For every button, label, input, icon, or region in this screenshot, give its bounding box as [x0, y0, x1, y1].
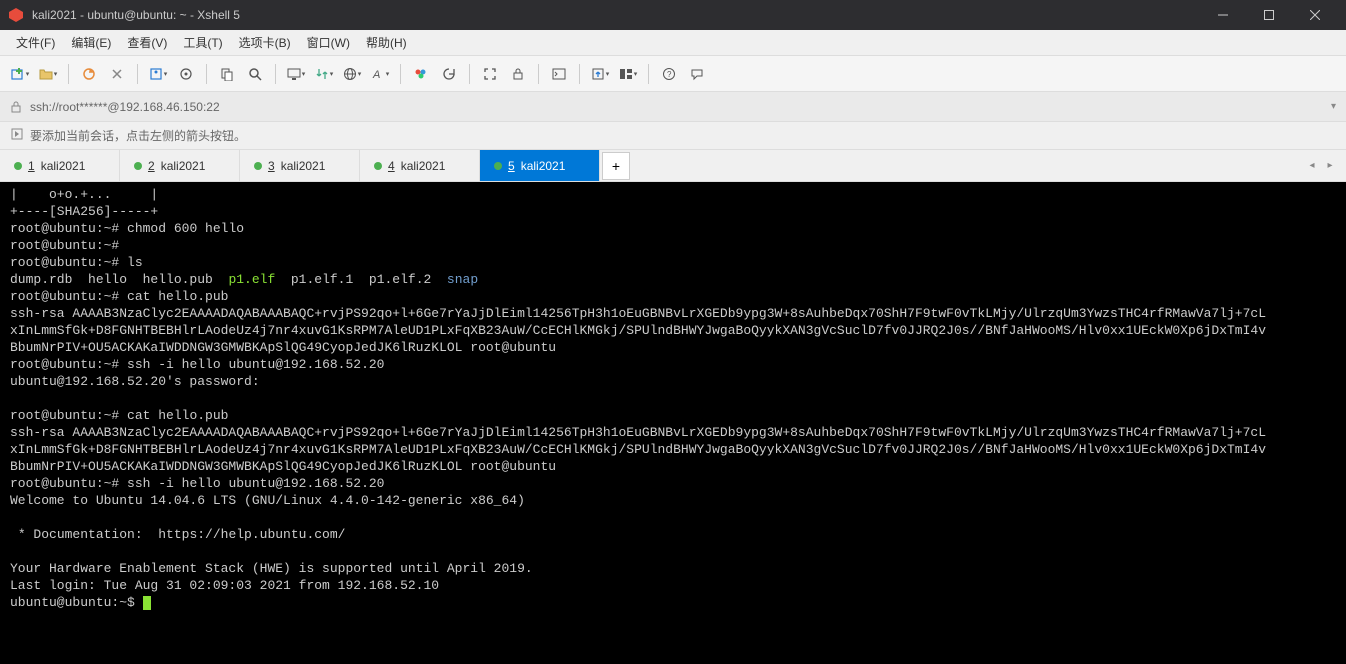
- ubuntu-prompt: ubuntu@ubuntu:~$: [10, 595, 135, 610]
- separator: [206, 64, 207, 84]
- help-button[interactable]: ?: [657, 62, 681, 86]
- window-controls: [1200, 0, 1338, 30]
- status-dot-icon: [14, 162, 22, 170]
- lock-button[interactable]: [506, 62, 530, 86]
- separator: [648, 64, 649, 84]
- menu-window[interactable]: 窗口(W): [299, 31, 358, 54]
- add-tab-button[interactable]: +: [602, 152, 630, 180]
- menu-help[interactable]: 帮助(H): [358, 31, 415, 54]
- tab-5[interactable]: 5kali2021: [480, 150, 600, 181]
- app-icon: [8, 7, 24, 23]
- tip-arrow-icon[interactable]: [10, 127, 24, 144]
- refresh-button[interactable]: [437, 62, 461, 86]
- addressbar: ▾: [0, 92, 1346, 122]
- svg-text:A: A: [372, 69, 380, 81]
- tab-next-button[interactable]: ▸: [1322, 158, 1338, 174]
- terminal[interactable]: | o+o.+... | +----[SHA256]-----+ root@ub…: [0, 182, 1346, 664]
- tabbar: 1kali2021 2kali2021 3kali2021 4kali2021 …: [0, 150, 1346, 182]
- minimize-button[interactable]: [1200, 0, 1246, 30]
- open-button[interactable]: [36, 62, 60, 86]
- transfer-button[interactable]: [312, 62, 336, 86]
- status-dot-icon: [254, 162, 262, 170]
- separator: [68, 64, 69, 84]
- menu-view[interactable]: 查看(V): [119, 31, 175, 54]
- upload-button[interactable]: [588, 62, 612, 86]
- menu-tools[interactable]: 工具(T): [175, 31, 230, 54]
- window-title: kali2021 - ubuntu@ubuntu: ~ - Xshell 5: [32, 8, 1200, 22]
- chat-button[interactable]: [685, 62, 709, 86]
- menu-tabs[interactable]: 选项卡(B): [231, 31, 299, 54]
- font-button[interactable]: A: [368, 62, 392, 86]
- tip-text: 要添加当前会话，点击左侧的箭头按钮。: [30, 127, 246, 144]
- layout-button[interactable]: [616, 62, 640, 86]
- tab-2[interactable]: 2kali2021: [120, 150, 240, 181]
- separator: [469, 64, 470, 84]
- cursor: [143, 596, 151, 610]
- color-button[interactable]: [409, 62, 433, 86]
- menubar: 文件(F) 编辑(E) 查看(V) 工具(T) 选项卡(B) 窗口(W) 帮助(…: [0, 30, 1346, 56]
- prompt: root@ubuntu:~#: [10, 357, 119, 372]
- screen-button[interactable]: [284, 62, 308, 86]
- lock-icon: [10, 100, 24, 114]
- separator: [538, 64, 539, 84]
- prompt: root@ubuntu:~#: [10, 221, 119, 236]
- separator: [400, 64, 401, 84]
- tab-1[interactable]: 1kali2021: [0, 150, 120, 181]
- find-button[interactable]: [243, 62, 267, 86]
- separator: [275, 64, 276, 84]
- titlebar: kali2021 - ubuntu@ubuntu: ~ - Xshell 5: [0, 0, 1346, 30]
- status-dot-icon: [134, 162, 142, 170]
- prompt: root@ubuntu:~#: [10, 255, 119, 270]
- prompt: root@ubuntu:~#: [10, 238, 119, 253]
- new-session-button[interactable]: [8, 62, 32, 86]
- address-input[interactable]: [30, 100, 1325, 114]
- maximize-button[interactable]: [1246, 0, 1292, 30]
- toolbar: A ?: [0, 56, 1346, 92]
- separator: [579, 64, 580, 84]
- disconnect-button[interactable]: [105, 62, 129, 86]
- tipbar: 要添加当前会话，点击左侧的箭头按钮。: [0, 122, 1346, 150]
- prompt: root@ubuntu:~#: [10, 289, 119, 304]
- prompt: root@ubuntu:~#: [10, 408, 119, 423]
- profile-button[interactable]: [146, 62, 170, 86]
- tab-prev-button[interactable]: ◂: [1304, 158, 1320, 174]
- reconnect-button[interactable]: [77, 62, 101, 86]
- terminal-button[interactable]: [547, 62, 571, 86]
- separator: [137, 64, 138, 84]
- properties-button[interactable]: [174, 62, 198, 86]
- status-dot-icon: [374, 162, 382, 170]
- tab-4[interactable]: 4kali2021: [360, 150, 480, 181]
- menu-file[interactable]: 文件(F): [8, 31, 63, 54]
- prompt: root@ubuntu:~#: [10, 476, 119, 491]
- svg-text:?: ?: [667, 70, 672, 79]
- tab-3[interactable]: 3kali2021: [240, 150, 360, 181]
- fullscreen-button[interactable]: [478, 62, 502, 86]
- address-dropdown-icon[interactable]: ▾: [1331, 101, 1336, 112]
- close-button[interactable]: [1292, 0, 1338, 30]
- globe-button[interactable]: [340, 62, 364, 86]
- menu-edit[interactable]: 编辑(E): [63, 31, 119, 54]
- copy-button[interactable]: [215, 62, 239, 86]
- status-dot-icon: [494, 162, 502, 170]
